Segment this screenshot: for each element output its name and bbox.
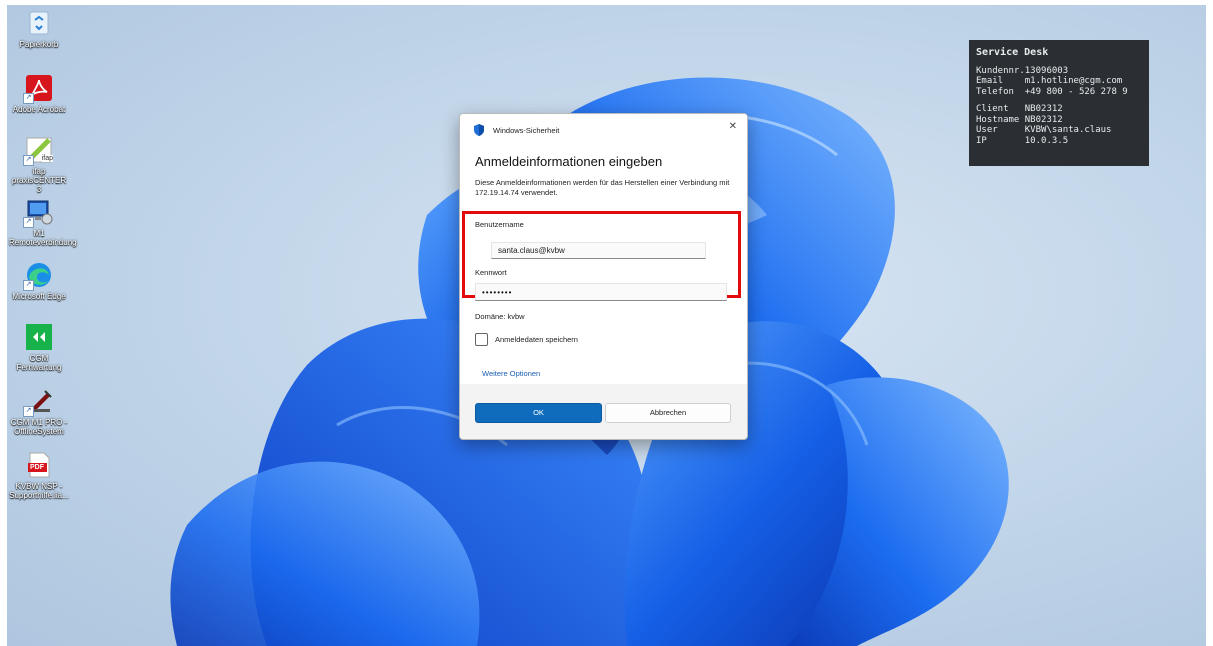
cgm-remote-icon [25,323,53,351]
remember-credentials-checkbox[interactable]: Anmeldedaten speichern [475,333,578,346]
desktop-icon-label: KVBW NSP - Supporthilfe.lia... [9,482,69,500]
service-desk-line: Kundennr.13096003 [976,65,1069,76]
service-desk-line: IP 10.0.3.5 [976,135,1069,146]
username-label: Benutzername [475,220,524,229]
desktop-icon-label: Microsoft Edge [12,292,66,301]
shortcut-arrow-icon: ↗ [23,280,34,291]
shortcut-arrow-icon: ↗ [23,217,34,228]
desktop-icon-adobe-acrobat[interactable]: ↗ Adobe Acrobat [9,74,69,114]
windows-security-dialog: Windows-Sicherheit ✕ Anmeldeinformatione… [459,113,748,440]
cancel-button[interactable]: Abbrechen [605,403,731,423]
desktop-icon-cgm-fernwartung[interactable]: CGM Fernwartung [9,323,69,372]
cgm-m1-pro-icon: ↗ [23,387,53,417]
username-input[interactable] [491,242,706,259]
desktop-icon-recycle-bin[interactable]: Papierkorb [9,9,69,49]
shield-icon [474,124,484,136]
service-desk-line: Email m1.hotline@cgm.com [976,76,1123,86]
shortcut-arrow-icon: ↗ [23,93,34,104]
more-options-link[interactable]: Weitere Optionen [482,369,540,378]
desktop-icon-label: CGM M1 PRO - OfflineSystem [10,418,68,436]
dialog-app-title: Windows-Sicherheit [493,125,560,135]
service-desk-line: Client NB02312 [976,104,1063,114]
remote-connection-icon: ↗ [23,198,53,228]
desktop-icon-label: M1 Remoteverbindung [9,229,77,247]
service-desk-line: Telefon +49 800 - 526 278 9 [976,86,1128,97]
desktop-icon-kvbw-pdf[interactable]: PDF KVBW NSP - Supporthilfe.lia... [9,451,69,500]
dialog-heading: Anmeldeinformationen eingeben [475,154,663,169]
dialog-description: Diese Anmeldeinformationen werden für da… [475,178,730,197]
checkbox-box[interactable] [475,333,488,346]
ok-button[interactable]: OK [475,403,602,423]
edge-icon: ↗ [23,261,53,291]
desktop-icon-label: Papierkorb [19,40,59,49]
ifap-icon: ifap ↗ [23,136,53,166]
desktop-icon-m1-remote[interactable]: ↗ M1 Remoteverbindung [9,198,77,247]
close-icon[interactable]: ✕ [729,121,737,132]
dialog-title-bar: Windows-Sicherheit [474,124,559,136]
shortcut-arrow-icon: ↗ [23,155,34,166]
password-label: Kennwort [475,268,507,277]
desktop-icon-ifap[interactable]: ifap ↗ ifap praxisCENTER 3 [9,136,69,194]
recycle-bin-icon [25,9,53,37]
desktop-icon-label: Adobe Acrobat [12,105,66,114]
desktop: Papierkorb ↗ Adobe Acrobat ifap ↗ ifap p… [7,5,1206,646]
desktop-icon-label: CGM Fernwartung [16,354,62,372]
password-input[interactable] [475,283,727,301]
acrobat-icon: ↗ [23,74,53,104]
shortcut-arrow-icon: ↗ [23,406,34,417]
desktop-icon-cgm-m1-pro[interactable]: ↗ CGM M1 PRO - OfflineSystem [9,387,69,436]
ifap-badge: ifap [41,155,53,162]
pdf-file-icon: PDF [25,451,53,479]
service-desk-line: User KVBW\santa.claus [976,125,1112,135]
service-desk-title: Service Desk [976,47,1049,58]
pdf-badge: PDF [30,464,44,471]
domain-text: Domäne: kvbw [475,312,525,321]
desktop-icon-label: ifap praxisCENTER 3 [11,167,67,194]
service-desk-line: Hostname NB02312 [976,114,1063,125]
desktop-icon-edge[interactable]: ↗ Microsoft Edge [9,261,69,301]
service-desk-widget: Service Desk Kundennr.13096003 Email m1.… [969,40,1149,166]
dialog-body: Windows-Sicherheit ✕ Anmeldeinformatione… [460,114,747,384]
remember-credentials-label: Anmeldedaten speichern [495,335,578,344]
